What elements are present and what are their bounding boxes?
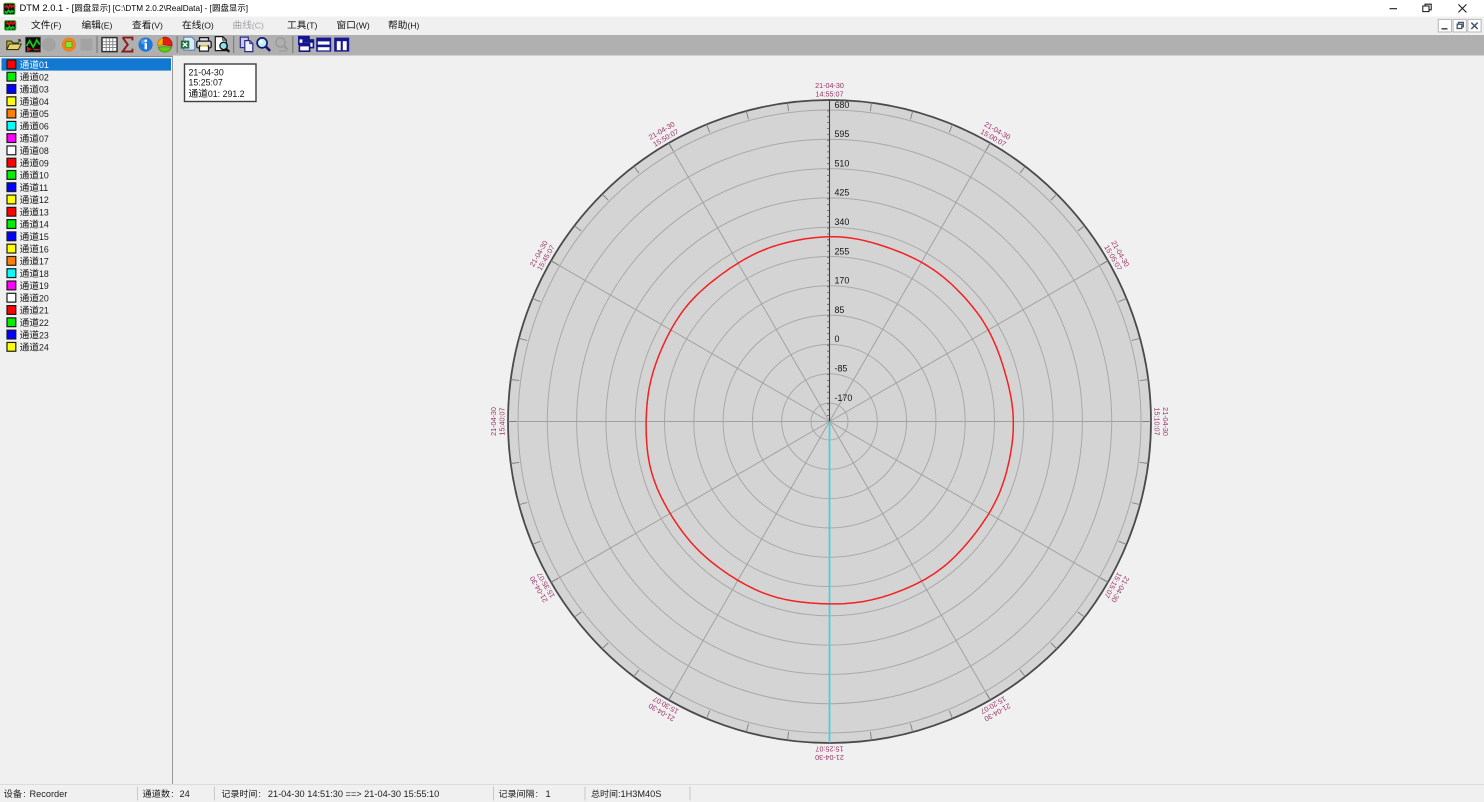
svg-text:07: 07 [39,134,49,144]
svg-text:17: 17 [39,257,49,267]
svg-text:15:10:07: 15:10:07 [1153,408,1162,436]
svg-text:(H): (H) [407,20,419,30]
svg-text:18: 18 [39,269,49,279]
svg-text:] [C:\DTM 2.0.2\RealData] - [: ] [C:\DTM 2.0.2\RealData] - [ [108,4,212,13]
svg-text:08: 08 [39,146,49,156]
svg-text:05: 05 [39,109,49,119]
svg-text:21: 21 [39,306,49,316]
svg-text:01: 291.2: 01: 291.2 [208,89,245,99]
svg-text:170: 170 [835,276,850,286]
svg-text:DTM 2.0.1 - [: DTM 2.0.1 - [ [20,2,75,13]
svg-text:15:25:07: 15:25:07 [189,78,223,88]
svg-text:(E): (E) [101,20,113,30]
svg-text:-170: -170 [835,393,853,403]
svg-text::: : [23,789,26,799]
svg-text:16: 16 [39,244,49,254]
svg-text::: : [171,789,174,799]
svg-text:03: 03 [39,85,49,95]
svg-text:(O): (O) [201,20,214,30]
svg-text:255: 255 [835,246,850,256]
svg-text:23: 23 [39,330,49,340]
svg-text:20: 20 [39,293,49,303]
svg-text:14: 14 [39,220,49,230]
svg-text:510: 510 [835,158,850,168]
svg-text:680: 680 [835,100,850,110]
svg-text:04: 04 [39,97,49,107]
svg-text:(F): (F) [50,20,61,30]
svg-text:06: 06 [39,122,49,132]
svg-text:09: 09 [39,158,49,168]
svg-text::: : [536,789,539,799]
svg-text:22: 22 [39,318,49,328]
svg-text:(W): (W) [356,20,370,30]
svg-text:13: 13 [39,208,49,218]
svg-text:19: 19 [39,281,49,291]
svg-text:21-04-30: 21-04-30 [189,67,224,77]
svg-text:Recorder: Recorder [30,789,68,799]
svg-text:15: 15 [39,232,49,242]
svg-text:10: 10 [39,171,49,181]
svg-text:(V): (V) [151,20,163,30]
svg-text:425: 425 [835,188,850,198]
svg-text:12: 12 [39,195,49,205]
svg-text:02: 02 [39,72,49,82]
svg-text:15:40:07: 15:40:07 [497,408,506,436]
svg-text:1: 1 [546,789,551,799]
svg-text:11: 11 [39,183,48,193]
svg-text::: : [258,789,261,799]
svg-text:595: 595 [835,129,850,139]
svg-text::1H3M40S: :1H3M40S [618,789,661,799]
svg-text:340: 340 [835,217,850,227]
svg-text:15:25:07: 15:25:07 [816,745,844,754]
svg-text:85: 85 [835,305,845,315]
svg-text:21-04-30 14:51:30 ==> 21-04-30: 21-04-30 14:51:30 ==> 21-04-30 15:55:10 [268,789,439,799]
svg-text:(T): (T) [306,20,317,30]
svg-text:01: 01 [39,60,49,70]
svg-text:0: 0 [835,334,840,344]
svg-text:24: 24 [39,343,49,353]
svg-text:]: ] [246,4,248,13]
svg-text:24: 24 [180,789,190,799]
svg-text:-85: -85 [835,364,848,374]
svg-text:(C): (C) [252,20,264,30]
svg-text:14:55:07: 14:55:07 [816,89,844,98]
